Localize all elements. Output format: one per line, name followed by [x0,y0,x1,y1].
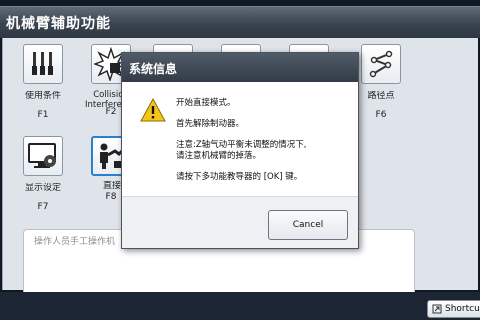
function-button-f7[interactable]: 显示设定 F7 [13,136,73,212]
function-button-f1[interactable]: 使用条件 F1 [13,44,73,120]
system-info-dialog: 系统信息 开始直接模式。 首先解除制动器。 注意:Z轴气动平衡未调整的情况下, … [121,52,359,249]
function-button-f6[interactable]: 路径点 F6 [351,44,411,120]
dialog-title: 系统信息 [129,62,178,76]
path-point-icon [361,44,401,84]
usage-conditions-icon [23,44,63,84]
warning-icon [140,98,166,122]
status-text: 操作人员手工操作机 [34,237,116,247]
dialog-titlebar[interactable]: 系统信息 [122,53,358,82]
shortcut-button[interactable]: Shortcu [427,300,480,318]
cancel-button[interactable]: Cancel [268,210,348,240]
message-line-5: 请按下多功能教导器的 [OK] 键。 [176,172,303,182]
window-title: 机械臂辅助功能 [6,16,111,32]
function-key: F6 [375,110,387,120]
shortcut-label: Shortcu [445,304,480,314]
display-settings-icon [23,136,63,176]
screen: 机械臂辅助功能 使用条件 F1 Collision Interference F… [0,0,480,320]
message-line-4: 请注意机械臂的掉落。 [176,151,262,161]
function-key: F7 [37,202,49,212]
message-line-3: 注意:Z轴气动平衡未调整的情况下, [176,140,307,150]
message-line-1: 开始直接模式。 [176,98,236,108]
taskbar [0,292,480,320]
dialog-footer: Cancel [122,196,358,248]
shortcut-icon [432,304,442,314]
window-titlebar: 机械臂辅助功能 [0,6,480,38]
function-label: 路径点 [367,91,395,101]
message-line-2: 首先解除制动器。 [176,119,245,129]
dialog-body: 开始直接模式。 首先解除制动器。 注意:Z轴气动平衡未调整的情况下, 请注意机械… [122,82,358,196]
function-label: 显示设定 [24,183,61,193]
function-key: F1 [37,110,49,120]
function-label: 使用条件 [24,91,61,101]
